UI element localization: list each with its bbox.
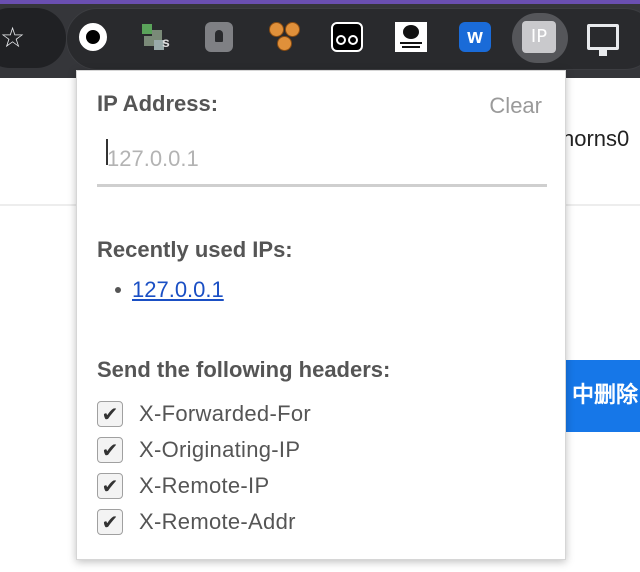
puzzle-s-extension-icon[interactable]: s bbox=[138, 20, 172, 54]
page-action-button[interactable]: 中删除 bbox=[566, 360, 640, 432]
ring-extension-icon[interactable] bbox=[76, 20, 110, 54]
keyhole-extension-icon[interactable] bbox=[202, 20, 236, 54]
checkbox-checked-icon[interactable]: ✔ bbox=[97, 437, 123, 463]
w-extension-icon[interactable]: w bbox=[458, 20, 492, 54]
ip-extension-icon[interactable]: IP bbox=[522, 20, 556, 54]
star-icon[interactable]: ☆ bbox=[0, 20, 30, 56]
list-item: 127.0.0.1 bbox=[115, 277, 224, 303]
headers-label: Send the following headers: bbox=[97, 357, 391, 382]
panda-meme-extension-icon[interactable] bbox=[394, 20, 428, 54]
header-option-x-originating-ip[interactable]: ✔ X-Originating-IP bbox=[97, 432, 311, 468]
text-caret bbox=[106, 139, 108, 165]
monitor-extension-icon[interactable] bbox=[586, 20, 620, 56]
header-label: X-Forwarded-For bbox=[139, 401, 311, 426]
eyes-extension-icon[interactable] bbox=[330, 20, 364, 54]
page-username-text: norns0 bbox=[562, 126, 630, 151]
header-option-x-remote-addr[interactable]: ✔ X-Remote-Addr bbox=[97, 504, 311, 540]
browser-toolbar: ☆ s w IP bbox=[0, 0, 640, 78]
clear-button[interactable]: Clear bbox=[489, 93, 542, 119]
recent-ips-label: Recently used IPs: bbox=[97, 237, 293, 262]
recent-ip-link[interactable]: 127.0.0.1 bbox=[132, 277, 224, 303]
header-label: X-Remote-Addr bbox=[139, 509, 296, 534]
cookie-extension-icon[interactable] bbox=[268, 20, 302, 54]
header-label: X-Originating-IP bbox=[139, 437, 301, 462]
header-option-x-forwarded-for[interactable]: ✔ X-Forwarded-For bbox=[97, 396, 311, 432]
headers-list: ✔ X-Forwarded-For ✔ X-Originating-IP ✔ X… bbox=[97, 396, 311, 540]
recent-ips-list: 127.0.0.1 bbox=[115, 277, 224, 303]
checkbox-checked-icon[interactable]: ✔ bbox=[97, 473, 123, 499]
window-accent-line bbox=[0, 0, 640, 4]
bullet-icon bbox=[115, 287, 121, 293]
ip-address-input[interactable] bbox=[97, 133, 547, 187]
header-option-x-remote-ip[interactable]: ✔ X-Remote-IP bbox=[97, 468, 311, 504]
ip-address-label: IP Address: bbox=[97, 91, 219, 116]
checkbox-checked-icon[interactable]: ✔ bbox=[97, 509, 123, 535]
ip-spoof-popup: IP Address: Clear Recently used IPs: 127… bbox=[76, 70, 566, 560]
checkbox-checked-icon[interactable]: ✔ bbox=[97, 401, 123, 427]
header-label: X-Remote-IP bbox=[139, 473, 270, 498]
